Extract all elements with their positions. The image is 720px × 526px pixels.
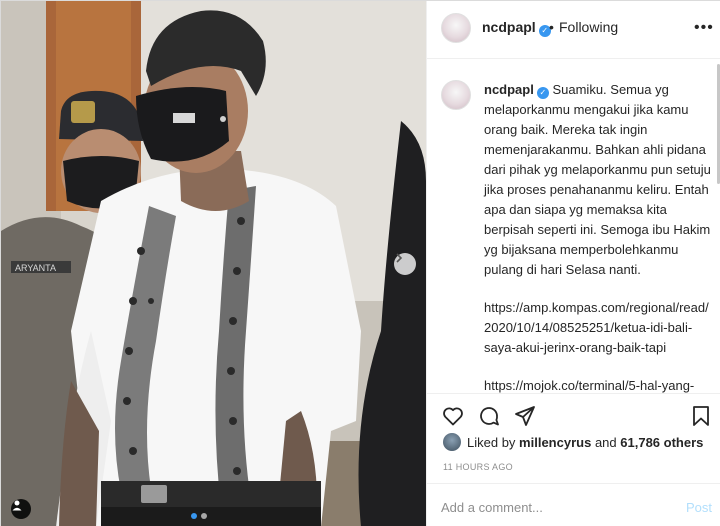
- post-comment-button[interactable]: Post: [686, 500, 712, 515]
- carousel-dot: [201, 513, 207, 519]
- likes-count-link[interactable]: 61,786 others: [620, 435, 703, 450]
- post-photo[interactable]: ARYANTA: [1, 1, 426, 526]
- following-button[interactable]: Following: [559, 19, 618, 35]
- heart-icon[interactable]: [441, 404, 465, 428]
- comments-scroll-area[interactable]: ncdpapl ✓ Suamiku. Semua yg melaporkanmu …: [427, 60, 720, 393]
- username-link[interactable]: ncdpapl ✓: [482, 19, 551, 37]
- bookmark-icon[interactable]: [689, 404, 713, 428]
- caption-link[interactable]: https://mojok.co/terminal/5-hal-yang-bis…: [484, 376, 714, 393]
- caption: ncdpapl ✓ Suamiku. Semua yg melaporkanmu …: [484, 80, 714, 393]
- chevron-right-icon: [396, 253, 403, 263]
- carousel-indicator: [191, 513, 207, 519]
- comment-icon[interactable]: [477, 404, 501, 428]
- likes-prefix: Liked by: [467, 434, 516, 450]
- likes-summary: Liked by millencyrus and 61,786 others: [443, 433, 703, 451]
- avatar[interactable]: [441, 80, 471, 110]
- post-timestamp[interactable]: 11 HOURS AGO: [443, 462, 513, 472]
- header-separator: •: [549, 19, 554, 35]
- post-header: ncdpapl ✓ • Following •••: [427, 1, 720, 59]
- action-bar: [427, 393, 720, 437]
- verified-badge-icon: ✓: [536, 87, 549, 99]
- carousel-dot-active: [191, 513, 197, 519]
- person-icon: [12, 500, 22, 511]
- liker-username[interactable]: millencyrus: [519, 435, 591, 450]
- post-photo-illustration: ARYANTA: [1, 1, 426, 526]
- caption-link[interactable]: https://amp.kompas.com/regional/read/202…: [484, 298, 714, 358]
- post-side-panel: ncdpapl ✓ • Following ••• ncdpapl ✓ Suamik…: [426, 1, 720, 526]
- caption-text: Suamiku. Semua yg melaporkanmu mengakui …: [484, 82, 711, 277]
- next-slide-button[interactable]: [394, 253, 416, 275]
- liker-avatar[interactable]: [443, 433, 461, 451]
- username-text: ncdpapl: [482, 19, 536, 35]
- likes-conjunction: and: [594, 434, 617, 450]
- add-comment-bar: Add a comment... Post: [427, 483, 720, 526]
- comment-input[interactable]: Add a comment...: [441, 500, 543, 515]
- avatar[interactable]: [441, 13, 471, 43]
- tagged-users-button[interactable]: [11, 499, 31, 519]
- svg-text:ARYANTA: ARYANTA: [15, 263, 56, 273]
- caption-username[interactable]: ncdpapl: [484, 82, 534, 97]
- instagram-post-modal: ARYANTA ncdpapl ✓ • Following ••• ncdpap…: [0, 0, 720, 526]
- more-horizontal-icon[interactable]: •••: [694, 19, 714, 37]
- share-icon[interactable]: [513, 404, 537, 428]
